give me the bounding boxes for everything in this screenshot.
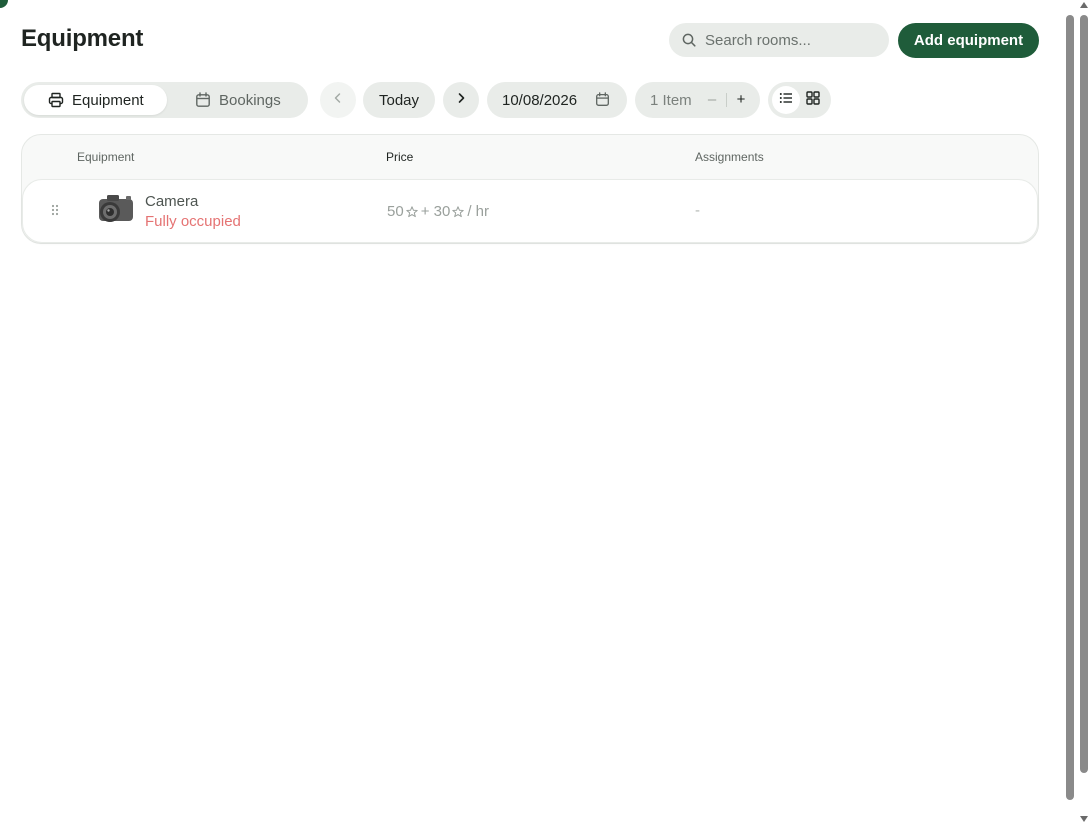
equipment-name: Camera: [145, 193, 199, 210]
item-quantity-stepper: 1 Item – +: [635, 82, 760, 118]
price-unit: / hr: [467, 203, 489, 220]
column-header-assignments[interactable]: Assignments: [695, 150, 764, 164]
tab-bookings-label: Bookings: [219, 91, 281, 109]
table-row[interactable]: Camera Fully occupied 50 + 30 / hr -: [22, 179, 1038, 243]
equipment-table: Equipment Price Assignments Camera Fully…: [21, 134, 1039, 244]
calendar-icon: [195, 92, 211, 108]
price-base: 50: [387, 203, 404, 220]
date-picker[interactable]: 10/08/2026: [487, 82, 627, 118]
toolbar: Equipment Bookings Today 10/08/2026 1 It…: [21, 82, 921, 118]
scroll-up-arrow-icon[interactable]: [1080, 2, 1088, 8]
view-mode-toggle: [768, 82, 831, 118]
scrollbar[interactable]: [1062, 0, 1092, 829]
tab-bookings[interactable]: Bookings: [181, 85, 301, 115]
view-tabs: Equipment Bookings: [21, 82, 308, 118]
column-header-equipment[interactable]: Equipment: [77, 150, 134, 164]
drag-handle-icon[interactable]: [51, 204, 59, 216]
decrease-items-button[interactable]: –: [705, 90, 719, 110]
list-icon: [779, 91, 793, 110]
increase-items-button[interactable]: +: [734, 90, 748, 110]
star-icon: [405, 205, 418, 218]
search-input[interactable]: [705, 23, 880, 57]
printer-icon: [48, 92, 64, 108]
tab-equipment-label: Equipment: [72, 91, 144, 109]
scroll-down-arrow-icon[interactable]: [1080, 816, 1088, 822]
stepper-divider: [726, 93, 727, 107]
price-cell: 50 + 30 / hr: [387, 203, 489, 220]
scrollbar-thumb[interactable]: [1066, 15, 1074, 800]
date-value: 10/08/2026: [502, 91, 578, 109]
grid-icon: [806, 90, 820, 110]
today-button[interactable]: Today: [363, 82, 435, 118]
page-title: Equipment: [21, 25, 144, 52]
add-equipment-button[interactable]: Add equipment: [898, 23, 1039, 58]
page-header: Equipment Add equipment: [21, 22, 1039, 58]
previous-day-button[interactable]: [320, 82, 356, 118]
scrollbar-thumb-outer[interactable]: [1080, 15, 1088, 773]
price-plus: + 30: [420, 203, 451, 220]
status-badge: Fully occupied: [145, 213, 241, 230]
list-view-button[interactable]: [772, 86, 800, 114]
camera-thumbnail: [93, 189, 137, 229]
column-header-price[interactable]: Price: [386, 150, 413, 164]
star-icon: [452, 205, 465, 218]
tab-equipment[interactable]: Equipment: [24, 85, 167, 115]
grid-view-button[interactable]: [799, 86, 827, 114]
chevron-left-icon: [332, 91, 344, 109]
next-day-button[interactable]: [443, 82, 479, 118]
chevron-right-icon: [455, 91, 467, 109]
item-count: 1 Item: [650, 91, 692, 109]
assignments-cell: -: [695, 202, 700, 219]
search-box[interactable]: [669, 23, 889, 57]
equipment-page: Equipment Add equipment Equipment Bookin…: [0, 0, 1062, 829]
search-icon: [682, 33, 696, 52]
calendar-icon: [595, 92, 610, 107]
